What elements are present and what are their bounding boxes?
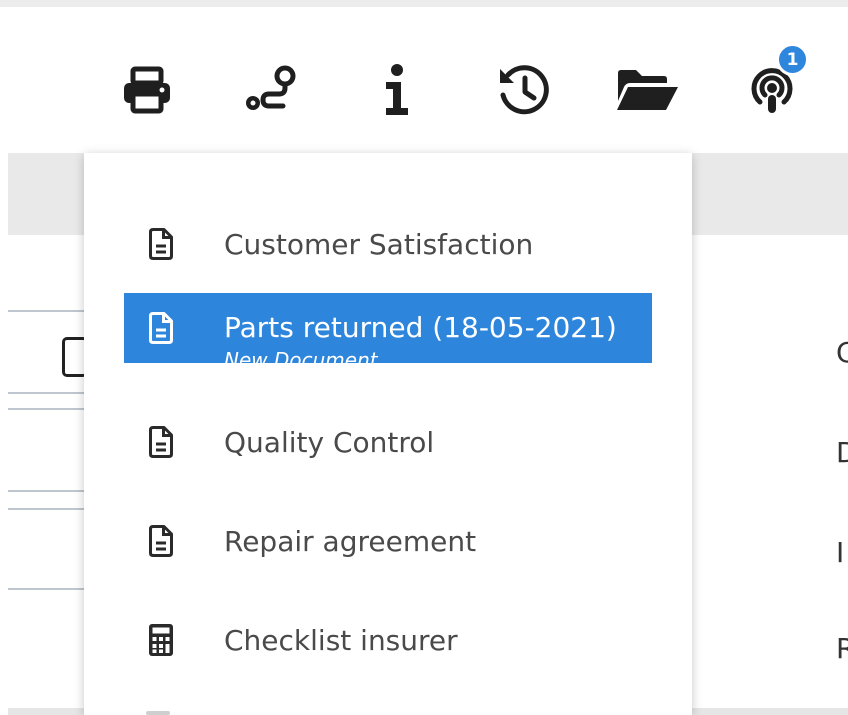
notification-badge: 1 <box>776 43 809 76</box>
document-icon <box>148 227 174 261</box>
print-icon <box>121 66 173 114</box>
document-icon <box>148 425 174 459</box>
background-divider <box>8 408 84 410</box>
history-button[interactable] <box>488 55 558 125</box>
info-icon <box>382 64 412 116</box>
background-label: C <box>836 336 848 369</box>
background-divider <box>8 392 84 394</box>
top-strip <box>0 0 848 7</box>
menu-item-label: Customer Satisfaction <box>224 227 534 261</box>
menu-item-sublabel: New Document <box>224 348 378 372</box>
folder-open-icon <box>614 67 680 113</box>
background-divider <box>8 508 84 510</box>
next-item-icon-peek <box>146 711 170 715</box>
print-button[interactable] <box>112 55 182 125</box>
menu-item-repair-agreement[interactable]: Repair agreement <box>124 506 652 576</box>
menu-item-parts-returned[interactable]: Parts returned (18-05-2021) New Document <box>124 293 652 372</box>
history-icon <box>496 65 550 115</box>
menu-item-label: Quality Control <box>224 425 435 459</box>
open-folder-button[interactable] <box>612 55 682 125</box>
menu-item-checklist-insurer[interactable]: Checklist insurer <box>124 605 652 675</box>
background-label: D <box>836 436 848 469</box>
info-button[interactable] <box>362 55 432 125</box>
calculator-icon <box>148 623 174 657</box>
route-icon <box>243 65 297 115</box>
document-icon <box>148 311 174 345</box>
background-divider <box>8 310 84 312</box>
menu-item-customer-satisfaction[interactable]: Customer Satisfaction <box>124 209 652 279</box>
menu-item-label: Checklist insurer <box>224 623 458 657</box>
background-divider <box>8 490 84 492</box>
document-dropdown-menu: Customer Satisfaction Parts returned (18… <box>84 153 692 715</box>
menu-item-label: Repair agreement <box>224 524 477 558</box>
menu-item-label: Parts returned (18-05-2021) <box>224 311 617 344</box>
document-icon <box>148 524 174 558</box>
menu-item-quality-control[interactable]: Quality Control <box>124 407 652 477</box>
route-button[interactable] <box>235 55 305 125</box>
background-divider <box>8 588 84 590</box>
background-panel <box>8 235 84 715</box>
background-label: I <box>836 536 845 569</box>
background-label: R <box>836 632 848 665</box>
toolbar: 1 <box>0 7 848 153</box>
